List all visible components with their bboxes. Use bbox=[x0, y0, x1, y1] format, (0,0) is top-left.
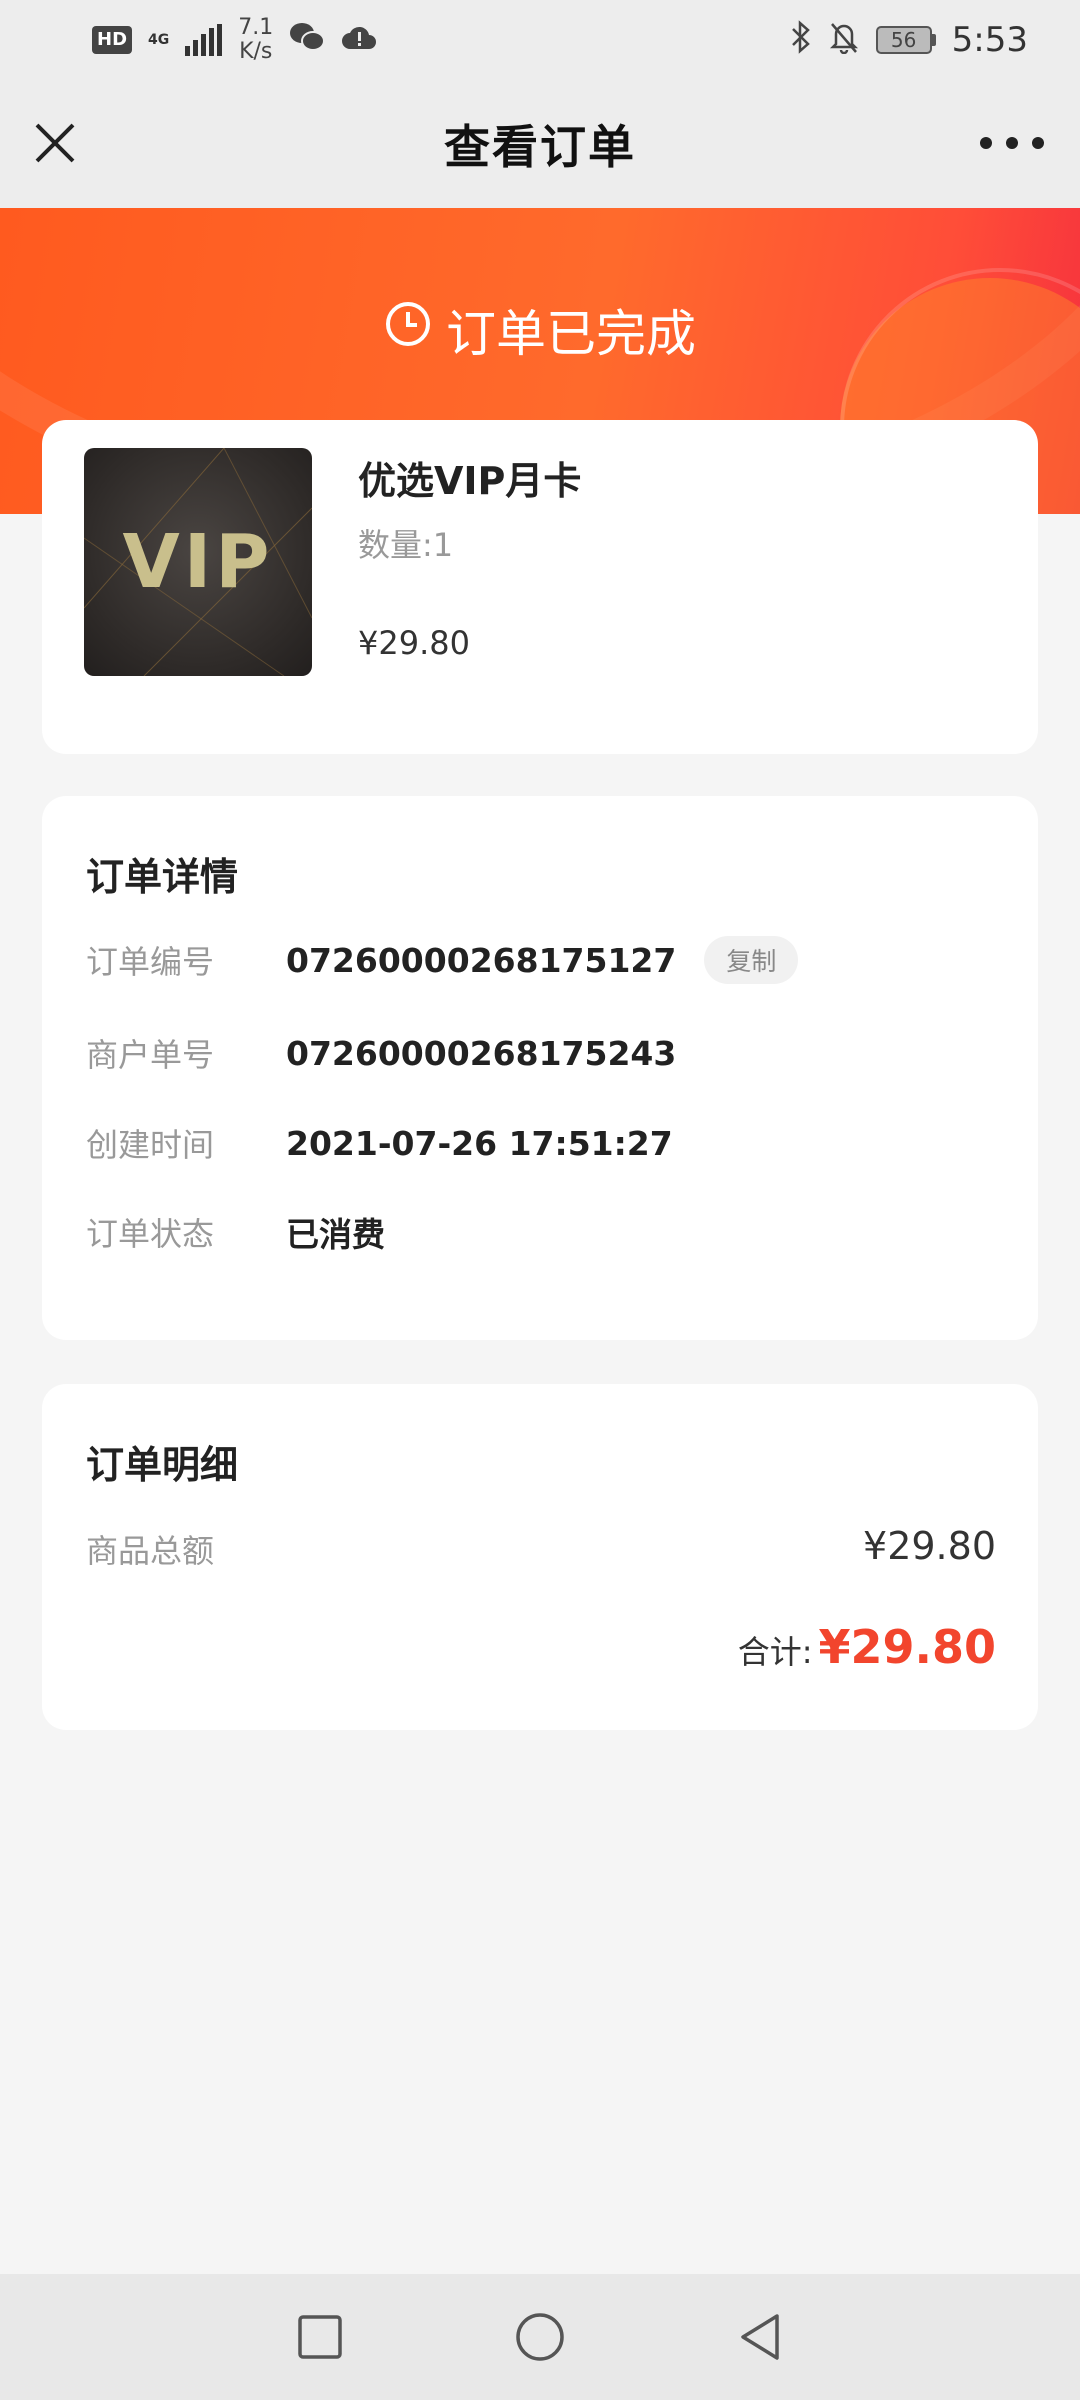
copy-button[interactable]: 复制 bbox=[704, 936, 799, 984]
status-bar-left: HD 4G 7.1 K/s bbox=[92, 16, 377, 64]
order-number-row: 订单编号 07260000268175127 复制 bbox=[86, 936, 799, 984]
created-time-value: 2021-07-26 17:51:27 bbox=[286, 1123, 673, 1163]
merchant-number-label: 商户单号 bbox=[86, 1036, 215, 1074]
product-thumbnail: VIP bbox=[84, 448, 312, 676]
order-detail-card: 订单详情 订单编号 07260000268175127 复制 商户单号 0726… bbox=[42, 796, 1038, 1340]
created-time-label: 创建时间 bbox=[86, 1126, 215, 1164]
status-bar: HD 4G 7.1 K/s 56 5:53 bbox=[0, 0, 1080, 80]
wechat-icon bbox=[289, 21, 326, 60]
more-dots-icon[interactable] bbox=[980, 128, 1044, 158]
recent-apps-square-icon[interactable] bbox=[285, 2302, 355, 2372]
product-quantity: 数量:1 bbox=[358, 526, 454, 564]
order-detail-title: 订单详情 bbox=[86, 855, 239, 899]
system-nav-bar bbox=[0, 2274, 1080, 2400]
total-label: 合计: bbox=[737, 1633, 813, 1671]
total-row: 合计: ¥29.80 bbox=[738, 1620, 996, 1674]
home-circle-icon[interactable] bbox=[505, 2302, 575, 2372]
total-value: ¥29.80 bbox=[818, 1620, 996, 1674]
battery-level: 56 bbox=[875, 26, 932, 54]
created-time-row: 创建时间 2021-07-26 17:51:27 bbox=[86, 1120, 673, 1166]
merchant-number-value: 07260000268175243 bbox=[286, 1033, 677, 1073]
order-status: 订单已完成 bbox=[0, 294, 1080, 366]
mute-bell-icon bbox=[828, 20, 860, 61]
order-number-value: 07260000268175127 bbox=[286, 940, 677, 980]
order-status-row: 订单状态 已消费 bbox=[86, 1208, 385, 1256]
battery-icon: 56 bbox=[875, 26, 936, 54]
app-header: 查看订单 bbox=[0, 80, 1080, 208]
network-type: 4G bbox=[148, 32, 170, 48]
order-number-label: 订单编号 bbox=[86, 943, 215, 981]
cloud-alert-icon bbox=[341, 23, 377, 58]
close-icon[interactable] bbox=[28, 116, 82, 170]
hd-badge: HD bbox=[92, 26, 133, 54]
bluetooth-icon bbox=[790, 19, 812, 61]
network-speed-unit: K/s bbox=[239, 39, 273, 64]
clock-icon bbox=[384, 300, 432, 360]
subtotal-label: 商品总额 bbox=[86, 1532, 215, 1570]
clock-time: 5:53 bbox=[951, 20, 1028, 60]
back-triangle-icon[interactable] bbox=[725, 2302, 795, 2372]
order-summary-card: 订单明细 商品总额 ¥29.80 合计: ¥29.80 bbox=[42, 1384, 1038, 1730]
product-card[interactable]: VIP 优选VIP月卡 数量:1 ¥29.80 bbox=[42, 420, 1038, 754]
vip-logo-text: VIP bbox=[122, 519, 274, 605]
product-price: ¥29.80 bbox=[358, 624, 470, 662]
status-bar-right: 56 5:53 bbox=[790, 19, 1028, 61]
order-status-label: 订单状态 bbox=[86, 1215, 215, 1253]
order-status-value: 已消费 bbox=[286, 1215, 385, 1254]
signal-icon bbox=[185, 24, 223, 56]
network-speed: 7.1 K/s bbox=[238, 16, 273, 64]
order-status-text: 订单已完成 bbox=[446, 305, 696, 363]
page-title: 查看订单 bbox=[444, 120, 636, 174]
subtotal-value: ¥29.80 bbox=[863, 1524, 996, 1568]
order-summary-title: 订单明细 bbox=[86, 1443, 239, 1487]
network-speed-value: 7.1 bbox=[238, 15, 274, 40]
product-name: 优选VIP月卡 bbox=[358, 459, 582, 503]
merchant-number-row: 商户单号 07260000268175243 bbox=[86, 1030, 676, 1076]
